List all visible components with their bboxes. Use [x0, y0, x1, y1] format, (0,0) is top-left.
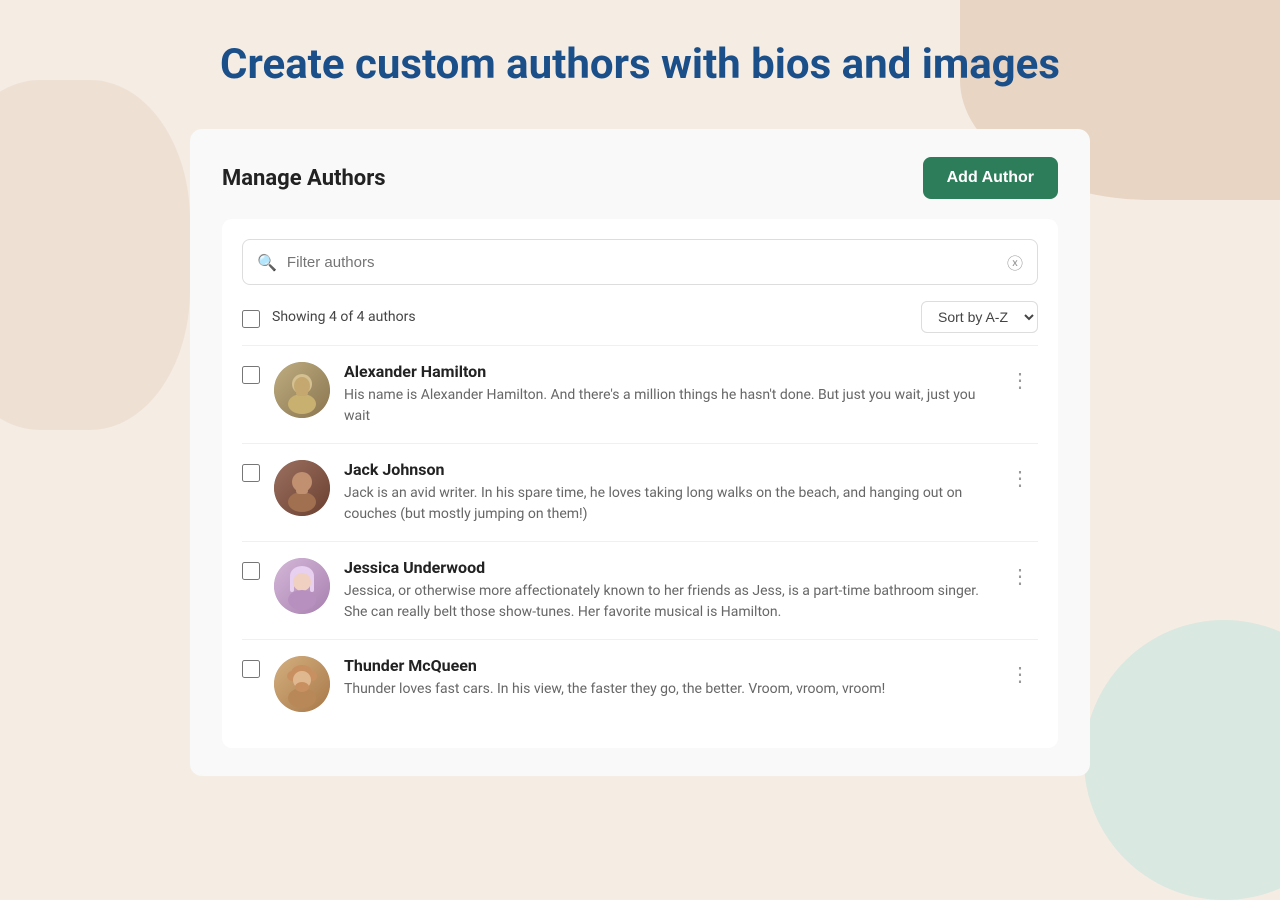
table-row: Alexander Hamilton His name is Alexander… — [242, 345, 1038, 443]
card-header: Manage Authors Add Author — [222, 157, 1058, 199]
author-checkbox-mcqueen[interactable] — [242, 660, 260, 678]
avatar-mcqueen — [274, 656, 330, 712]
clear-search-icon[interactable]: ⓧ — [1007, 250, 1023, 274]
table-row: Jessica Underwood Jessica, or otherwise … — [242, 541, 1038, 639]
manage-authors-card: Manage Authors Add Author 🔍 ⓧ Showing 4 … — [190, 129, 1090, 776]
sort-select[interactable]: Sort by A-Z Sort by Z-A — [921, 301, 1038, 333]
authors-panel: 🔍 ⓧ Showing 4 of 4 authors Sort by A-Z S… — [222, 219, 1058, 748]
page-title: Create custom authors with bios and imag… — [60, 40, 1220, 89]
author-actions-underwood[interactable]: ⋮ — [1002, 560, 1038, 592]
avatar-johnson — [274, 460, 330, 516]
authors-list: Alexander Hamilton His name is Alexander… — [242, 345, 1038, 728]
search-input[interactable] — [287, 254, 997, 271]
author-bio-underwood: Jessica, or otherwise more affectionatel… — [344, 581, 988, 623]
avatar-underwood — [274, 558, 330, 614]
author-info-johnson: Jack Johnson Jack is an avid writer. In … — [344, 460, 988, 525]
author-checkbox-johnson[interactable] — [242, 464, 260, 482]
author-actions-mcqueen[interactable]: ⋮ — [1002, 658, 1038, 690]
select-all-checkbox[interactable] — [242, 310, 260, 328]
author-name-mcqueen: Thunder McQueen — [344, 656, 988, 675]
card-title: Manage Authors — [222, 166, 386, 191]
author-bio-johnson: Jack is an avid writer. In his spare tim… — [344, 483, 988, 525]
author-checkbox-hamilton[interactable] — [242, 366, 260, 384]
author-info-mcqueen: Thunder McQueen Thunder loves fast cars.… — [344, 656, 988, 700]
avatar-hamilton — [274, 362, 330, 418]
author-info-hamilton: Alexander Hamilton His name is Alexander… — [344, 362, 988, 427]
table-row: Thunder McQueen Thunder loves fast cars.… — [242, 639, 1038, 728]
search-bar: 🔍 ⓧ — [242, 239, 1038, 285]
author-actions-johnson[interactable]: ⋮ — [1002, 462, 1038, 494]
table-row: Jack Johnson Jack is an avid writer. In … — [242, 443, 1038, 541]
list-toolbar: Showing 4 of 4 authors Sort by A-Z Sort … — [242, 301, 1038, 333]
author-checkbox-underwood[interactable] — [242, 562, 260, 580]
author-name-johnson: Jack Johnson — [344, 460, 988, 479]
author-actions-hamilton[interactable]: ⋮ — [1002, 364, 1038, 396]
showing-count: Showing 4 of 4 authors — [272, 309, 416, 325]
search-icon: 🔍 — [257, 253, 277, 272]
author-bio-mcqueen: Thunder loves fast cars. In his view, th… — [344, 679, 988, 700]
add-author-button[interactable]: Add Author — [923, 157, 1058, 199]
author-name-hamilton: Alexander Hamilton — [344, 362, 988, 381]
author-name-underwood: Jessica Underwood — [344, 558, 988, 577]
author-info-underwood: Jessica Underwood Jessica, or otherwise … — [344, 558, 988, 623]
toolbar-left: Showing 4 of 4 authors — [242, 306, 416, 328]
author-bio-hamilton: His name is Alexander Hamilton. And ther… — [344, 385, 988, 427]
